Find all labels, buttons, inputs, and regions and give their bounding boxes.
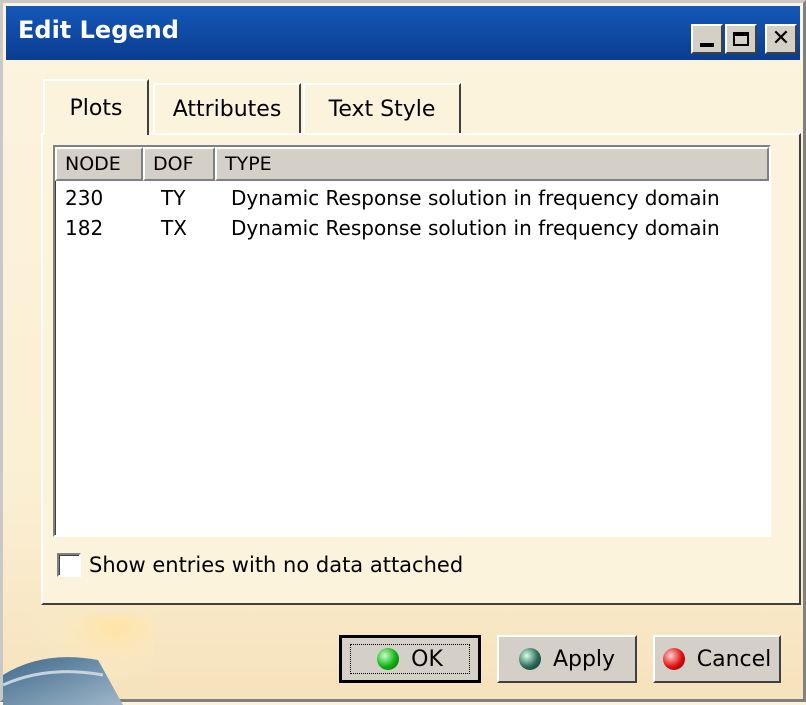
close-button[interactable]: ✕ xyxy=(765,24,797,54)
cell-type: Dynamic Response solution in frequency d… xyxy=(231,186,720,210)
focus-rectangle xyxy=(350,644,470,674)
tab-attributes-label: Attributes xyxy=(172,96,282,122)
minimize-button[interactable] xyxy=(691,24,723,54)
column-header-node[interactable]: NODE xyxy=(55,147,143,181)
title-bar[interactable]: Edit Legend ✕ xyxy=(6,6,800,60)
tab-plots[interactable]: Plots xyxy=(43,79,149,135)
list-rows: 230 TY Dynamic Response solution in freq… xyxy=(55,183,769,243)
column-header-type[interactable]: TYPE xyxy=(215,147,769,181)
tab-plots-label: Plots xyxy=(69,95,123,121)
plots-list[interactable]: NODE DOF TYPE 230 TY Dynamic Response so… xyxy=(53,145,771,537)
plots-panel: NODE DOF TYPE 230 TY Dynamic Response so… xyxy=(41,133,801,605)
show-empty-entries-label: Show entries with no data attached xyxy=(89,553,464,577)
show-empty-entries-checkbox[interactable] xyxy=(57,553,81,577)
close-icon: ✕ xyxy=(771,26,791,51)
maximize-icon xyxy=(733,32,749,46)
cell-node: 230 xyxy=(65,186,104,210)
tab-text-style-label: Text Style xyxy=(328,96,436,122)
catia-logo-decoration xyxy=(3,615,153,705)
apply-button[interactable]: Apply xyxy=(497,635,637,683)
cancel-label: Cancel xyxy=(696,646,772,672)
cell-node: 182 xyxy=(65,216,104,240)
tab-attributes[interactable]: Attributes xyxy=(153,83,301,133)
ok-button[interactable]: OK xyxy=(339,635,481,683)
edit-legend-dialog: Edit Legend ✕ Plots Attributes Text Styl… xyxy=(0,0,806,705)
cancel-icon xyxy=(662,648,685,670)
cancel-button[interactable]: Cancel xyxy=(653,635,781,683)
table-row[interactable]: 182 TX Dynamic Response solution in freq… xyxy=(55,213,769,243)
maximize-button[interactable] xyxy=(725,24,757,54)
window-title: Edit Legend xyxy=(18,16,179,44)
tab-text-style[interactable]: Text Style xyxy=(303,83,461,133)
column-header-dof[interactable]: DOF xyxy=(143,147,215,181)
list-header: NODE DOF TYPE xyxy=(55,147,769,181)
cell-type: Dynamic Response solution in frequency d… xyxy=(231,216,720,240)
apply-icon xyxy=(518,648,541,670)
cell-dof: TX xyxy=(161,216,187,240)
cell-dof: TY xyxy=(161,186,186,210)
apply-label: Apply xyxy=(552,646,616,672)
table-row[interactable]: 230 TY Dynamic Response solution in freq… xyxy=(55,183,769,213)
minimize-icon xyxy=(700,43,714,47)
show-empty-entries-option[interactable]: Show entries with no data attached xyxy=(57,553,463,577)
